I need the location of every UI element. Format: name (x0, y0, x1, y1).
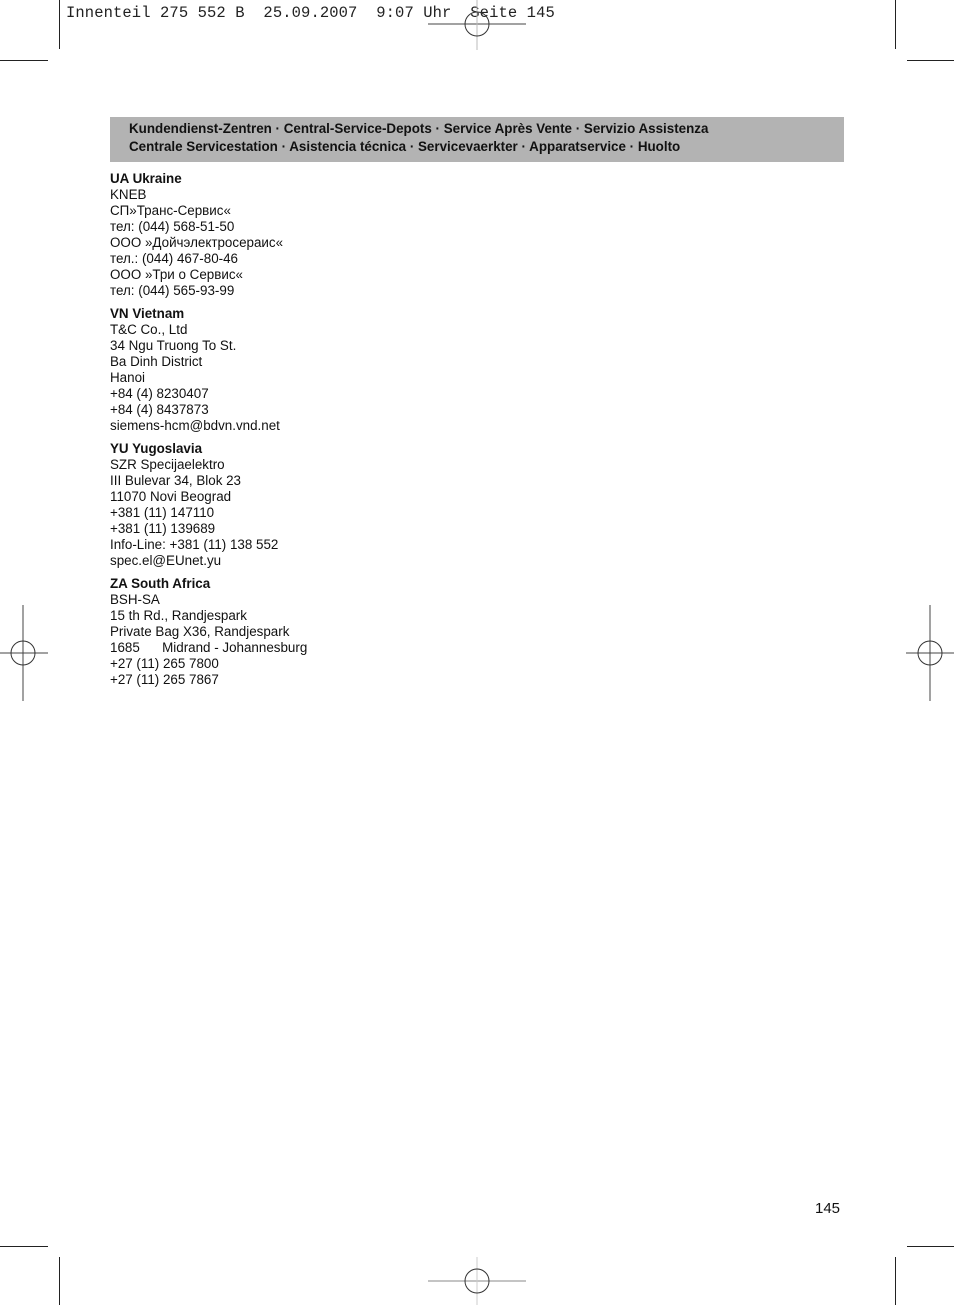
address-line: KNEB (110, 187, 147, 202)
address-line: SZR Specijaelektro (110, 457, 225, 472)
crop-mark (0, 60, 48, 61)
address-line: Ba Dinh District (110, 354, 203, 369)
section-ukraine: UA Ukraine KNEB СП»Транс-Сервис« тел: (0… (110, 171, 307, 299)
crop-mark (907, 1246, 954, 1247)
email-line: spec.el@EUnet.yu (110, 553, 222, 568)
section-yugoslavia: YU Yugoslavia SZR Specijaelektro III Bul… (110, 441, 307, 569)
address-line: +381 (11) 147110 (110, 505, 215, 520)
section-vietnam: VN Vietnam T&C Co., Ltd 34 Ngu Truong To… (110, 306, 307, 434)
page-number: 145 (815, 1200, 841, 1217)
address-line: +27 (11) 265 7867 (110, 672, 219, 687)
section-south-africa: ZA South Africa BSH-SA 15 th Rd., Randje… (110, 576, 307, 688)
address-line: Info-Line: +381 (11) 138 552 (110, 537, 279, 552)
address-line: тел.: (044) 467-80-46 (110, 251, 238, 266)
address-list: UA Ukraine KNEB СП»Транс-Сервис« тел: (0… (110, 171, 307, 695)
address-line: ООО »Дойчэлектросераис« (110, 235, 284, 250)
section-title: VN Vietnam (110, 306, 185, 321)
address-line: 15 th Rd., Randjespark (110, 608, 247, 623)
address-line: 11070 Novi Beograd (110, 489, 232, 504)
address-line: +84 (4) 8230407 (110, 386, 209, 401)
crop-mark (59, 0, 60, 49)
crop-mark (895, 1257, 896, 1305)
address-line: ООО »Три о Сервис« (110, 267, 243, 282)
crop-mark (907, 60, 954, 61)
registration-mark-bottom-icon (428, 1257, 526, 1305)
address-line: III Bulevar 34, Blok 23 (110, 473, 242, 488)
email-line: siemens-hcm@bdvn.vnd.net (110, 418, 280, 433)
registration-mark-top-icon (428, 0, 526, 50)
registration-mark-left-icon (0, 605, 48, 701)
address-line: 1685 Midrand - Johannesburg (110, 640, 308, 655)
section-title: YU Yugoslavia (110, 441, 203, 456)
address-line: СП»Транс-Сервис« (110, 203, 231, 218)
address-line: BSH-SA (110, 592, 160, 607)
banner-line-2: Centrale Servicestation · Asistencia téc… (129, 139, 681, 154)
crop-mark (59, 1257, 60, 1305)
address-line: Hanoi (110, 370, 145, 385)
address-line: T&C Co., Ltd (110, 322, 188, 337)
crop-mark (0, 1246, 48, 1247)
crop-mark (895, 0, 896, 49)
address-line: тел: (044) 565-93-99 (110, 283, 235, 298)
banner-line-1: Kundendienst-Zentren · Central-Service-D… (129, 121, 709, 136)
address-line: Private Bag X36, Randjespark (110, 624, 290, 639)
section-title: UA Ukraine (110, 171, 182, 186)
address-line: 34 Ngu Truong To St. (110, 338, 237, 353)
address-line: +381 (11) 139689 (110, 521, 216, 536)
header-banner: Kundendienst-Zentren · Central-Service-D… (110, 117, 844, 162)
registration-mark-right-icon (906, 605, 954, 701)
address-line: +27 (11) 265 7800 (110, 656, 219, 671)
section-title: ZA South Africa (110, 576, 211, 591)
address-line: +84 (4) 8437873 (110, 402, 209, 417)
address-line: тел: (044) 568-51-50 (110, 219, 235, 234)
